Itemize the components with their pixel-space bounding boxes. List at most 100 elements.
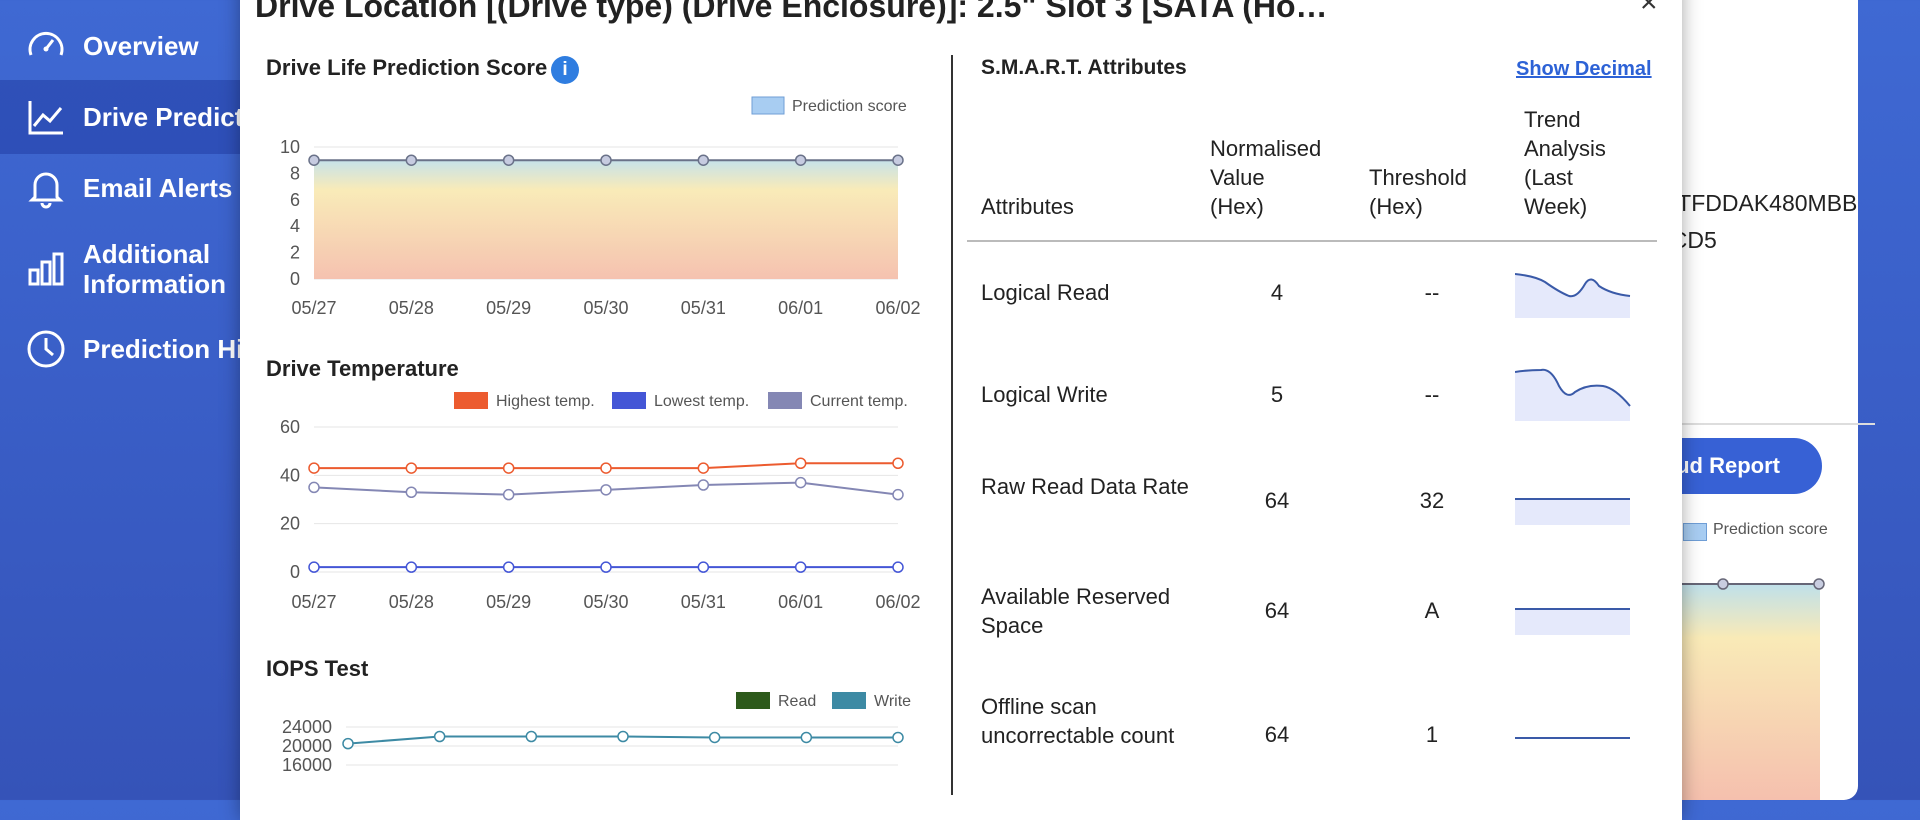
data-point <box>342 737 354 750</box>
smart-row-value: 64 <box>1264 598 1290 623</box>
y-tick-label: 2 <box>290 243 300 263</box>
data-point <box>405 462 418 474</box>
drive-model-text: MTFDDAK480MBB <box>1658 190 1858 216</box>
legend-label: Current temp. <box>810 393 908 410</box>
close-icon[interactable]: × <box>1640 0 1658 20</box>
column-divider <box>951 55 953 795</box>
x-tick-label: 05/28 <box>389 592 434 612</box>
y-tick-label: 10 <box>280 137 300 157</box>
iops-title: IOPS Test <box>266 656 369 681</box>
smart-row-name: Offline scan uncorrectable count <box>981 694 1175 748</box>
y-tick-label: 20 <box>280 514 300 534</box>
background-point <box>1717 578 1729 590</box>
nav-prediction-history-label: Prediction His <box>83 334 258 364</box>
data-point <box>892 154 904 166</box>
header-attributes: Attributes <box>981 194 1074 219</box>
data-point <box>600 561 612 573</box>
y-tick-label: 6 <box>290 190 300 210</box>
data-point <box>405 154 418 166</box>
y-tick-label: 8 <box>290 163 300 183</box>
x-tick-label: 05/28 <box>389 298 434 318</box>
data-point <box>433 730 446 743</box>
x-tick-label: 06/01 <box>778 298 823 318</box>
legend-label: Write <box>874 693 911 710</box>
smart-row-name: Raw Read Data Rate <box>981 474 1189 499</box>
drive-details-modal: Drive Location [(Drive type) (Drive Encl… <box>240 0 1682 820</box>
background-legend-swatch <box>1683 523 1707 541</box>
nav-overview-label: Overview <box>83 31 199 61</box>
data-point <box>308 561 320 573</box>
x-tick-label: 05/27 <box>291 592 336 612</box>
legend-label: Highest temp. <box>496 393 595 410</box>
nav-drive-prediction-label: Drive Predicti <box>83 102 251 132</box>
smart-row-threshold: -- <box>1424 382 1440 407</box>
legend-swatch <box>736 692 770 709</box>
nav-email-alerts[interactable]: Email Alerts <box>0 164 240 212</box>
background-area <box>1680 584 1820 800</box>
life-prediction-title: Drive Life Prediction Score <box>266 55 548 80</box>
nav-overview[interactable]: Overview <box>0 22 240 70</box>
bar-chart-icon <box>28 252 64 286</box>
data-point <box>600 154 612 166</box>
x-tick-label: 05/27 <box>291 298 336 318</box>
legend-label: Lowest temp. <box>654 393 749 410</box>
data-point <box>892 488 904 501</box>
trend-sparkline <box>1515 498 1630 525</box>
header-threshold: Threshold (Hex) <box>1369 165 1467 219</box>
header-divider <box>967 240 1657 242</box>
data-point <box>697 479 710 491</box>
nav-email-alerts-label: Email Alerts <box>83 173 233 203</box>
smart-row-name: Logical Write <box>981 382 1108 407</box>
modal-title: Drive Location [(Drive type) (Drive Encl… <box>255 0 1328 24</box>
smart-row-name: Logical Read <box>981 280 1110 305</box>
speedometer-icon <box>28 32 64 56</box>
info-icon[interactable]: i <box>551 56 579 84</box>
prediction-area <box>314 160 898 279</box>
nav-additional-information[interactable]: Additional Information <box>0 238 240 300</box>
data-point <box>600 462 612 474</box>
x-tick-label: 05/30 <box>583 592 628 612</box>
smart-row-threshold: -- <box>1424 280 1440 305</box>
background-legend-label: Prediction score <box>1713 521 1828 538</box>
data-point <box>308 154 320 166</box>
x-tick-label: 05/29 <box>486 298 531 318</box>
data-point <box>794 154 807 166</box>
sparkline-area <box>1515 609 1630 635</box>
data-point <box>617 730 629 743</box>
y-tick-label: 4 <box>290 216 300 236</box>
trend-sparkline <box>1515 737 1630 739</box>
nav-drive-prediction[interactable]: Drive Predicti <box>0 80 251 154</box>
x-tick-label: 06/01 <box>778 592 823 612</box>
background-divider <box>1655 423 1875 425</box>
legend-swatch <box>751 96 785 115</box>
temperature-title: Drive Temperature <box>266 356 459 381</box>
y-tick-label: 20000 <box>282 736 332 756</box>
background-point <box>1813 578 1825 590</box>
x-tick-label: 06/02 <box>875 298 920 318</box>
sidebar: Overview Drive Predicti Email Alerts Add… <box>0 0 258 800</box>
smart-title: S.M.A.R.T. Attributes <box>981 56 1187 79</box>
smart-row-name: Available Reserved Space <box>981 584 1171 638</box>
show-decimal-link[interactable]: Show Decimal <box>1516 58 1652 81</box>
y-tick-label: 24000 <box>282 717 332 737</box>
data-point <box>794 476 807 489</box>
data-point <box>308 481 320 494</box>
data-point <box>708 731 721 744</box>
x-tick-label: 05/29 <box>486 592 531 612</box>
trend-sparkline <box>1515 273 1631 318</box>
nav-prediction-history[interactable]: Prediction His <box>0 325 258 373</box>
nav-additional-information-label: Additional Information <box>83 239 226 299</box>
header-trend: Trend Analysis (Last Week) <box>1524 107 1606 219</box>
legend-label: Prediction score <box>792 98 907 115</box>
clock-icon <box>27 330 65 368</box>
data-point <box>502 462 515 474</box>
x-tick-label: 06/02 <box>875 592 920 612</box>
temperature-chart: 0 20 40 60 05/27 05/28 05/29 05/30 05/31 06/01 06/… <box>280 392 921 612</box>
legend-swatch <box>454 392 488 409</box>
x-tick-label: 05/31 <box>681 592 726 612</box>
y-tick-label: 0 <box>290 269 300 289</box>
smart-row-threshold: 32 <box>1419 488 1445 513</box>
smart-row-value: 4 <box>1270 280 1284 305</box>
trend-sparkline <box>1515 608 1630 635</box>
x-tick-label: 05/31 <box>681 298 726 318</box>
